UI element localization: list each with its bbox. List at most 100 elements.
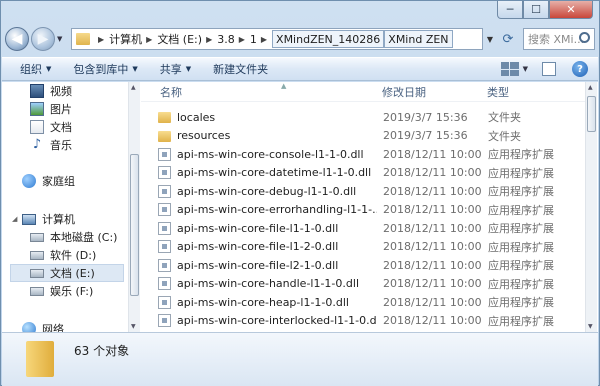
crumb-folder-3-8[interactable]: 3.8 ▶ [217,33,250,46]
content-area: 视频 图片 文档 ♪ 音乐 家庭组 ◢ 计算机 本地磁盘 (C:) 软件 (D:) … [2,82,598,332]
dll-file-icon [158,221,171,235]
file-row[interactable]: resources 2019/3/7 15:36 文件夹 [155,127,586,145]
nav-item-drive-f[interactable]: 娱乐 (F:) [30,282,93,300]
new-folder-button[interactable]: 新建文件夹 [213,61,268,77]
file-row[interactable]: api-ms-win-core-debug-l1-1-0.dll 2018/12/… [155,182,586,200]
view-options-icon[interactable] [500,62,519,76]
file-row[interactable]: api-ms-win-core-errorhandling-l1-1-... 20… [155,201,586,219]
folder-icon [158,112,171,123]
column-header-type[interactable]: 类型 [487,84,509,100]
file-name: api-ms-win-core-file-l2-1-0.dll [177,258,339,272]
column-header-name[interactable]: 名称 [160,84,182,100]
folder-icon [26,341,54,377]
scroll-up-arrow-icon[interactable]: ▲ [131,84,136,91]
file-type: 应用程序扩展 [488,296,554,309]
crumb-drive[interactable]: 文档 (E:) ▶ [157,31,217,47]
nav-item-computer[interactable]: ◢ 计算机 [12,210,75,228]
navigation-scrollbar[interactable]: ▲ ▼ [128,82,140,332]
file-type: 应用程序扩展 [488,259,554,272]
refresh-icon[interactable]: ⟳ [497,29,519,49]
share-button[interactable]: 共享 ▼ [160,61,191,77]
file-row[interactable]: api-ms-win-core-file-l1-2-0.dll 2018/12/1… [155,238,586,256]
file-type: 应用程序扩展 [488,203,554,217]
forward-button[interactable]: ▶ [31,27,55,51]
search-input[interactable]: 搜索 XMi... [523,28,595,50]
crumb-root-arrow[interactable]: ▶ [94,35,109,44]
file-type: 应用程序扩展 [488,277,554,291]
file-row[interactable]: api-ms-win-core-console-l1-1-0.dll 2018/1… [155,145,586,163]
computer-icon [22,213,36,225]
nav-item-drive-e[interactable]: 文档 (E:) [10,264,124,282]
nav-item-music[interactable]: ♪ 音乐 [30,136,72,154]
nav-item-drive-d[interactable]: 软件 (D:) [30,246,96,264]
search-placeholder: 搜索 XMi... [528,33,585,46]
nav-item-drive-c[interactable]: 本地磁盘 (C:) [30,228,117,246]
file-name: resources [177,129,231,142]
crumb-computer[interactable]: 计算机 ▶ [109,31,157,47]
close-button[interactable]: ✕ [549,1,593,19]
file-row[interactable]: api-ms-win-core-file-l2-1-0.dll 2018/12/1… [155,256,586,274]
file-list-scrollbar[interactable]: ▲ ▼ [585,82,597,332]
item-count: 63 个对象 [74,344,130,358]
dll-file-icon [158,240,171,253]
nav-item-documents[interactable]: 文档 [30,118,72,136]
nav-label: 软件 (D:) [50,249,97,262]
nav-item-pictures[interactable]: 图片 [30,100,72,118]
help-icon[interactable]: ? [572,61,588,77]
file-type: 应用程序扩展 [488,222,554,235]
organize-button[interactable]: 组织 ▼ [20,61,51,77]
file-type: 应用程序扩展 [488,240,554,254]
nav-label: 计算机 [42,213,75,226]
scrollbar-thumb[interactable] [130,154,139,296]
preview-pane-icon[interactable] [542,62,556,76]
crumb-folder-1[interactable]: 1 ▶ [250,33,272,46]
picture-library-icon [30,102,44,116]
include-in-library-label: 包含到库中 [73,63,129,76]
file-row[interactable]: api-ms-win-core-interlocked-l1-1-0.dll 20… [155,312,586,330]
caption-buttons: ─ ☐ ✕ [497,1,593,19]
minimize-button[interactable]: ─ [497,1,523,19]
crumb-xmind-zen[interactable]: XMind ZEN [384,30,453,48]
scroll-down-arrow-icon[interactable]: ▼ [131,323,136,330]
address-bar[interactable]: ▶ 计算机 ▶ 文档 (E:) ▶ 3.8 ▶ 1 ▶ XMindZEN_140286 … [71,28,483,50]
file-row[interactable]: api-ms-win-core-file-l1-1-0.dll 2018/12/1… [155,219,586,237]
file-type: 应用程序扩展 [488,185,554,198]
file-row[interactable]: api-ms-win-core-heap-l1-1-0.dll 2018/12/1… [155,293,586,311]
collapse-arrow-icon[interactable]: ◢ [12,215,22,223]
file-type: 应用程序扩展 [488,166,554,180]
chevron-down-icon: ▼ [185,65,192,73]
dll-file-icon [158,295,171,309]
maximize-button[interactable]: ☐ [523,1,549,19]
file-date: 2018/12/11 10:00 [383,295,482,309]
include-in-library-button[interactable]: 包含到库中 ▼ [73,61,137,77]
file-name: api-ms-win-core-datetime-l1-1-0.dll [177,166,372,179]
navigation-pane: 视频 图片 文档 ♪ 音乐 家庭组 ◢ 计算机 本地磁盘 (C:) 软件 (D:) … [2,82,128,332]
back-button[interactable]: ◀ [5,27,29,51]
crumb-label: 3.8 [217,32,235,46]
nav-label: 网络 [42,323,64,332]
file-date: 2018/12/11 10:00 [383,184,482,198]
file-type: 文件夹 [488,129,521,143]
file-date: 2018/12/11 10:00 [383,314,482,327]
view-dropdown[interactable]: ▼ [523,65,528,73]
file-row[interactable]: locales 2019/3/7 15:36 文件夹 [155,108,586,126]
crumb-xmindzen-folder[interactable]: XMindZEN_140286 [272,30,385,48]
nav-label: 文档 (E:) [50,267,95,280]
scroll-down-arrow-icon[interactable]: ▼ [588,323,593,330]
recent-pages-dropdown[interactable]: ▼ [57,35,67,43]
scroll-up-arrow-icon[interactable]: ▲ [588,84,593,91]
file-row[interactable]: api-ms-win-core-datetime-l1-1-0.dll 2018/… [155,164,586,182]
nav-item-videos[interactable]: 视频 [30,82,72,100]
file-name: api-ms-win-core-errorhandling-l1-1-... [177,203,377,216]
file-name: api-ms-win-core-heap-l1-1-0.dll [177,295,349,309]
column-header-date[interactable]: 修改日期 [382,84,426,100]
nav-item-homegroup[interactable]: 家庭组 [12,172,75,190]
file-name: api-ms-win-core-interlocked-l1-1-0.dll [177,314,377,327]
file-row[interactable]: api-ms-win-core-handle-l1-1-0.dll 2018/12… [155,275,586,293]
address-history-dropdown[interactable]: ▼ [483,35,497,44]
column-headers: ▲ 名称 修改日期 类型 [141,82,586,102]
nav-item-network[interactable]: 网络 [12,320,64,332]
share-label: 共享 [159,63,182,76]
scrollbar-thumb[interactable] [587,96,596,132]
drive-icon [30,286,44,296]
